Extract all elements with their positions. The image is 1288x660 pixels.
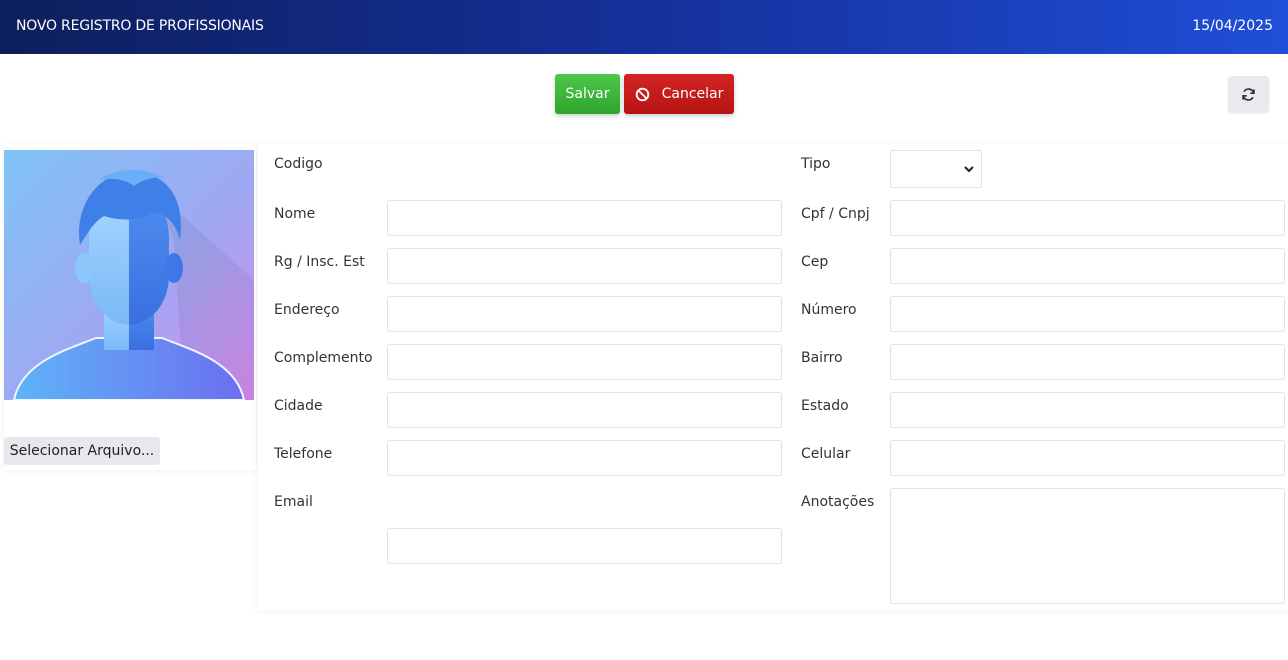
chevron-down-icon	[964, 166, 974, 173]
nome-input[interactable]	[387, 200, 782, 236]
bairro-input[interactable]	[890, 344, 1285, 380]
ban-icon	[635, 87, 649, 101]
refresh-button[interactable]	[1228, 76, 1269, 112]
cpf-cnpj-input[interactable]	[890, 200, 1285, 236]
header-bar: NOVO REGISTRO DE PROFISSIONAIS 15/04/202…	[0, 0, 1288, 54]
cpf-cnpj-label: Cpf / Cnpj	[801, 206, 870, 222]
complemento-input[interactable]	[387, 344, 782, 380]
bairro-label: Bairro	[801, 350, 843, 366]
save-button[interactable]: Salvar	[555, 74, 620, 114]
cep-label: Cep	[801, 254, 829, 270]
email-input[interactable]	[387, 528, 782, 564]
nome-label: Nome	[274, 206, 316, 222]
numero-input[interactable]	[890, 296, 1285, 332]
telefone-input[interactable]	[387, 440, 782, 476]
estado-input[interactable]	[890, 392, 1285, 428]
cidade-label: Cidade	[274, 398, 323, 414]
tipo-select[interactable]	[890, 150, 982, 188]
anotacoes-textarea[interactable]	[890, 488, 1285, 604]
telefone-label: Telefone	[274, 446, 333, 462]
header-date: 15/04/2025	[1192, 18, 1273, 34]
celular-label: Celular	[801, 446, 851, 462]
refresh-icon	[1242, 87, 1255, 101]
save-button-label: Salvar	[565, 86, 610, 102]
email-label: Email	[274, 494, 313, 510]
page-title: NOVO REGISTRO DE PROFISSIONAIS	[16, 18, 264, 34]
numero-label: Número	[801, 302, 857, 318]
rg-input[interactable]	[387, 248, 782, 284]
complemento-label: Complemento	[274, 350, 373, 366]
estado-label: Estado	[801, 398, 849, 414]
avatar-image	[4, 150, 254, 400]
cep-input[interactable]	[890, 248, 1285, 284]
rg-label: Rg / Insc. Est	[274, 254, 365, 270]
form-panel: Codigo Nome Rg / Insc. Est Endereço Comp…	[258, 144, 1288, 610]
cancel-button-label: Cancelar	[661, 86, 724, 102]
cancel-button[interactable]: Cancelar	[624, 74, 734, 114]
cidade-input[interactable]	[387, 392, 782, 428]
select-file-button[interactable]: Selecionar Arquivo...	[4, 437, 160, 465]
tipo-label: Tipo	[801, 156, 831, 172]
celular-input[interactable]	[890, 440, 1285, 476]
anotacoes-label: Anotações	[801, 494, 875, 510]
endereco-input[interactable]	[387, 296, 782, 332]
photo-panel: Selecionar Arquivo...	[4, 144, 256, 470]
codigo-label: Codigo	[274, 156, 323, 172]
endereco-label: Endereço	[274, 302, 340, 318]
